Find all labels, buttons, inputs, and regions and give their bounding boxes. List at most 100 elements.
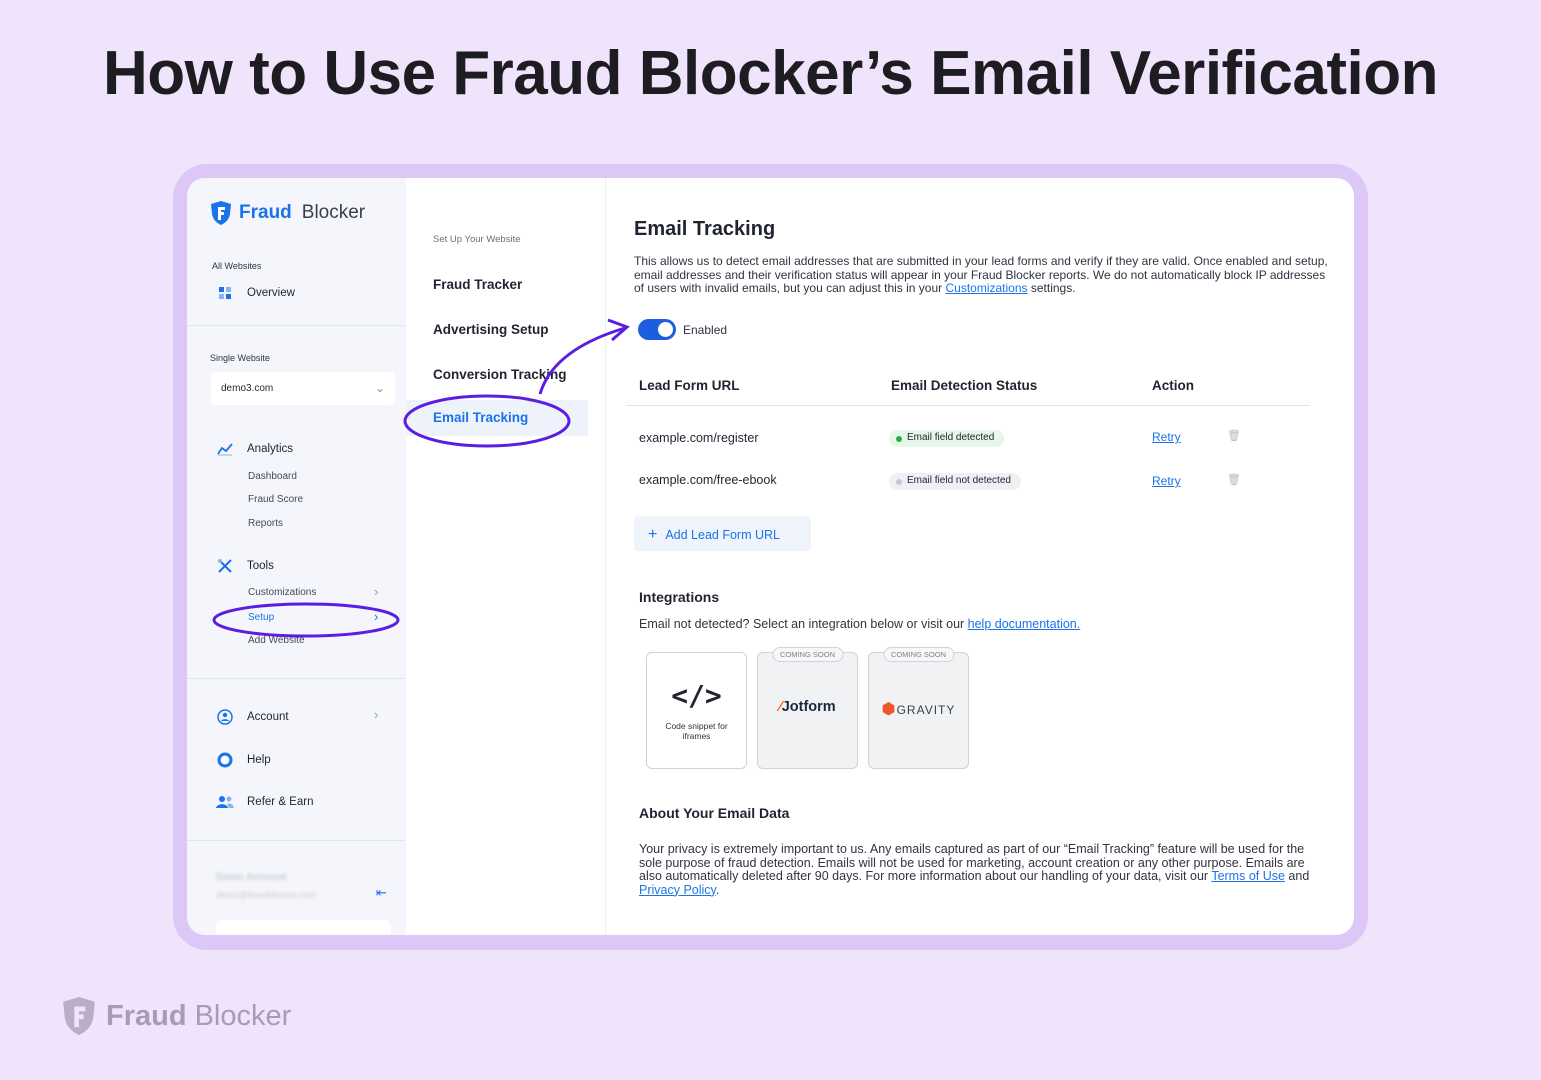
toggle-knob [658, 322, 673, 337]
footer-logo: Fraud Blocker [60, 995, 291, 1037]
description: This allows us to detect email addresses… [634, 254, 1334, 296]
user-name: Demo Account [216, 872, 287, 883]
tab-advertising-setup[interactable]: Advertising Setup [433, 322, 549, 337]
tab-conversion-tracking[interactable]: Conversion Tracking [433, 367, 567, 382]
tools-icon [216, 557, 234, 575]
grid-icon [216, 284, 234, 302]
sidebar: Fraud Blocker All Websites Overview Sing… [187, 178, 406, 935]
page-headline: How to Use Fraud Blocker’s Email Verific… [103, 39, 1439, 108]
tab-email-tracking-label: Email Tracking [433, 410, 529, 425]
all-websites-label: All Websites [212, 261, 262, 271]
about-title: About Your Email Data [639, 805, 790, 821]
tab-email-tracking[interactable]: Email Tracking [406, 400, 588, 436]
brand-name-primary: Fraud [239, 202, 292, 223]
add-lead-form-url-button[interactable]: + Add Lead Form URL [634, 516, 811, 551]
logout-icon[interactable]: ⇤ [376, 885, 387, 901]
row-url: example.com/register [639, 431, 759, 445]
code-icon: </> [671, 679, 722, 712]
enabled-toggle[interactable] [638, 319, 676, 340]
status-badge: Email field detected [889, 430, 1005, 447]
sidebar-sub-dashboard[interactable]: Dashboard [248, 471, 297, 482]
chevron-right-icon: › [374, 609, 379, 624]
analytics-label: Analytics [247, 443, 294, 455]
retry-button[interactable]: Retry [1152, 430, 1181, 444]
setup-nav: Set Up Your Website Fraud Tracker Advert… [406, 178, 606, 935]
jotform-logo: ⁄Jotform [758, 699, 857, 715]
page-title: Email Tracking [634, 218, 776, 240]
jotform-name: Jotform [781, 699, 836, 715]
gravity-name: GRAVITY [896, 703, 956, 717]
chevron-down-icon: ⌄ [374, 381, 385, 395]
lifebuoy-icon [216, 751, 234, 769]
terms-link[interactable]: Terms of Use [1211, 869, 1285, 883]
shield-logo-icon [63, 997, 95, 1035]
integrations-text: Email not detected? Select an integratio… [639, 617, 1080, 631]
account-label: Account [247, 711, 289, 723]
column-header-status: Email Detection Status [891, 378, 1038, 393]
gravity-hexagon-icon: ⬢ [881, 701, 897, 718]
integrations-desc: Email not detected? Select an integratio… [639, 617, 968, 631]
tab-fraud-tracker[interactable]: Fraud Tracker [433, 277, 522, 292]
sidebar-item-tools[interactable]: Tools [216, 557, 274, 575]
sidebar-sub-setup[interactable]: Setup [248, 612, 274, 623]
brand-name-secondary: Blocker [301, 202, 366, 223]
column-header-action: Action [1152, 378, 1194, 393]
sidebar-sub-fraud-score[interactable]: Fraud Score [248, 494, 303, 505]
footer-brand-secondary: Blocker [194, 999, 292, 1032]
toggle-label: Enabled [683, 323, 728, 337]
row-url: example.com/free-ebook [639, 473, 777, 487]
help-documentation-link[interactable]: help documentation. [968, 617, 1081, 631]
customizations-link[interactable]: Customizations [945, 281, 1027, 295]
analytics-icon [216, 440, 234, 458]
status-badge: Email field not detected [889, 473, 1021, 490]
divider [187, 325, 406, 326]
footer-brand-primary: Fraud [106, 999, 187, 1032]
refer-label: Refer & Earn [247, 796, 314, 808]
trash-icon[interactable]: 🗑 [1227, 429, 1241, 442]
integration-card-code-snippet[interactable]: </> Code snippet for iframes [646, 652, 747, 769]
integration-card-jotform[interactable]: COMING SOON ⁄Jotform [757, 647, 858, 769]
sidebar-item-refer[interactable]: Refer & Earn [216, 793, 313, 811]
trash-icon[interactable]: 🗑 [1227, 473, 1241, 486]
sidebar-item-analytics[interactable]: Analytics [216, 440, 293, 458]
column-header-url: Lead Form URL [639, 378, 740, 393]
coming-soon-badge: COMING SOON [771, 647, 844, 662]
setup-nav-caption: Set Up Your Website [433, 234, 521, 245]
retry-button[interactable]: Retry [1152, 474, 1181, 488]
status-text: Email field detected [907, 432, 995, 443]
add-button-label: Add Lead Form URL [665, 528, 780, 542]
single-website-label: Single Website [210, 353, 270, 363]
brand-logo[interactable]: Fraud Blocker [209, 200, 365, 226]
sidebar-item-account[interactable]: Account [216, 708, 289, 726]
users-icon [216, 793, 234, 811]
chevron-right-icon: › [374, 707, 379, 722]
about-text: Your privacy is extremely important to u… [639, 842, 1329, 897]
shield-logo-icon [211, 201, 231, 225]
about-and: and [1284, 869, 1310, 883]
integration-card-gravity[interactable]: COMING SOON ⬢GRAVITY [868, 647, 969, 769]
table-header-divider [626, 405, 1310, 406]
sidebar-item-overview[interactable]: Overview [216, 284, 295, 302]
website-select[interactable]: demo3.com ⌄ [211, 372, 395, 405]
integrations-title: Integrations [639, 589, 720, 605]
user-email: demo@fraudblocker.com [216, 890, 317, 900]
gravity-logo: ⬢GRAVITY [869, 699, 968, 719]
sidebar-item-help[interactable]: Help [216, 751, 271, 769]
email-tracking-panel: Email Tracking This allows us to detect … [606, 178, 1354, 935]
sidebar-sub-reports[interactable]: Reports [248, 518, 283, 529]
plus-icon: + [648, 526, 658, 543]
overview-label: Overview [247, 287, 295, 299]
status-text: Email field not detected [907, 475, 1011, 486]
account-icon [216, 708, 234, 726]
coming-soon-badge: COMING SOON [882, 647, 955, 662]
website-select-value: demo3.com [221, 383, 274, 394]
status-dot [896, 479, 902, 485]
tools-label: Tools [247, 560, 274, 572]
sidebar-sub-add-website[interactable]: Add Website [248, 635, 305, 646]
privacy-link[interactable]: Privacy Policy [639, 883, 716, 897]
divider [187, 840, 406, 841]
chevron-right-icon: › [374, 584, 379, 599]
status-dot [896, 436, 902, 442]
card-caption: Code snippet for iframes [665, 721, 728, 741]
sidebar-sub-customizations[interactable]: Customizations [248, 587, 316, 598]
